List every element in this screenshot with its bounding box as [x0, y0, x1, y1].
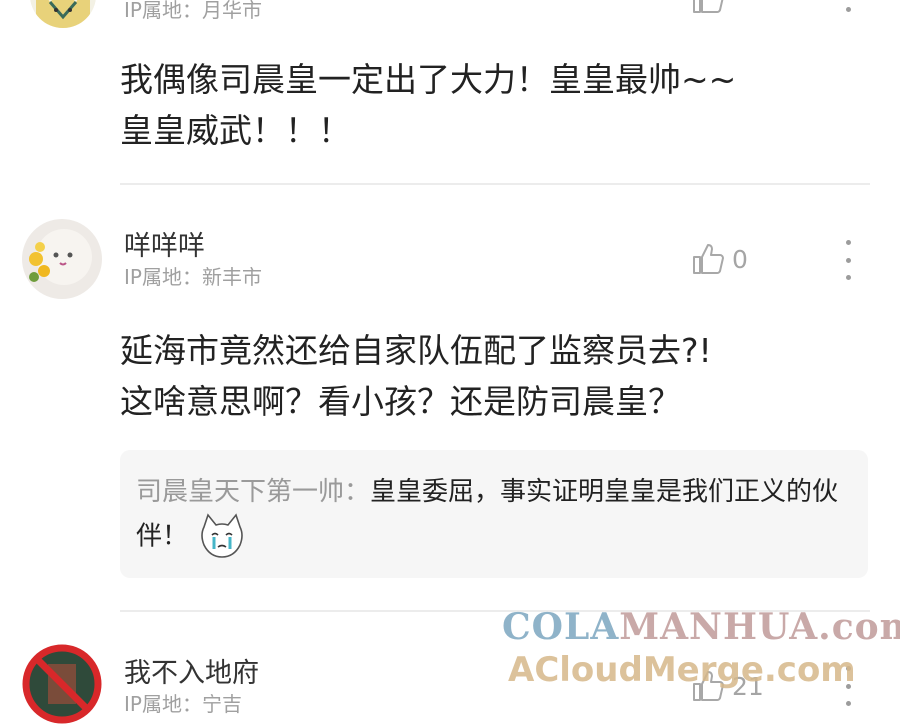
thumbs-up-icon — [693, 244, 724, 274]
comment-text-line: 皇皇威武！！！ — [120, 111, 351, 150]
more-dot — [845, 275, 851, 280]
avatar-image — [22, 219, 102, 299]
like-button[interactable] — [690, 0, 732, 16]
user-ip-location: IP属地：新丰市 — [124, 265, 262, 289]
comment-text: 延海市竟然还给自家队伍配了监察员去?! 这啥意思啊？看小孩？还是防司晨皇？ — [120, 325, 860, 427]
avatar-image — [22, 644, 102, 724]
user-ip-location: IP属地：宁吉 — [124, 692, 242, 716]
avatar[interactable] — [30, 0, 96, 28]
reply-text: 司晨皇天下第一帅：皇皇委屈，事实证明皇皇是我们正义的伙伴！ — [136, 472, 852, 561]
more-options-button[interactable] — [842, 240, 854, 280]
thumbs-up-icon — [693, 0, 724, 13]
more-dot — [845, 240, 851, 245]
watermark-manhua: MANHUA.com — [619, 606, 900, 648]
watermark-acloudmerge: ACloudMerge.com — [508, 650, 856, 690]
comment-divider — [120, 183, 870, 185]
avatar[interactable] — [22, 219, 102, 299]
reply-preview[interactable]: 司晨皇天下第一帅：皇皇委屈，事实证明皇皇是我们正义的伙伴！ — [120, 450, 868, 578]
username[interactable]: 咩咩咩 — [124, 224, 205, 263]
user-ip-location: IP属地：月华市 — [124, 0, 262, 22]
reply-author[interactable]: 司晨皇天下第一帅： — [136, 477, 370, 507]
watermark-cola: COLA — [502, 606, 620, 648]
comment-text-line: 延海市竟然还给自家队伍配了监察员去?! — [120, 331, 712, 370]
like-button[interactable]: 0 — [690, 241, 748, 277]
more-dot — [845, 257, 851, 263]
username[interactable]: 我不入地府 — [124, 651, 259, 690]
crying-cat-emoji-icon — [201, 513, 244, 558]
comment-text-line: 我偶像司晨皇一定出了大力！皇皇最帅~~ — [120, 60, 737, 99]
watermark-site-name: COLAMANHUA.com — [502, 606, 900, 648]
like-count: 0 — [732, 244, 748, 274]
comment-text-line: 这啥意思啊？看小孩？还是防司晨皇？ — [120, 382, 681, 421]
more-dot — [845, 7, 851, 12]
avatar-image — [30, 0, 96, 28]
comment-text: 我偶像司晨皇一定出了大力！皇皇最帅~~ 皇皇威武！！！ — [120, 54, 860, 156]
more-options-button[interactable] — [842, 0, 854, 12]
avatar[interactable] — [22, 644, 102, 724]
